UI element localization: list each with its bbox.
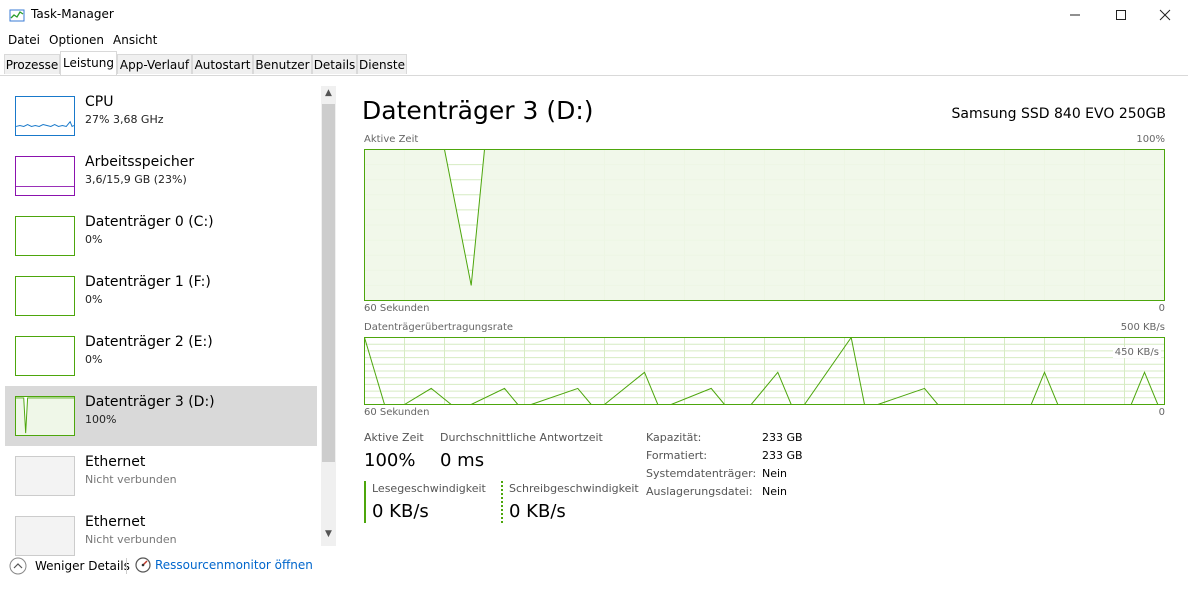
sidebar-item-value: 27% 3,68 GHz bbox=[85, 113, 164, 126]
sidebar-scrollbar[interactable]: ▲ ▼ bbox=[321, 86, 336, 546]
title-bar: Task-Manager bbox=[0, 0, 1188, 30]
sidebar-item-cpu[interactable]: CPU 27% 3,68 GHz bbox=[5, 86, 317, 146]
close-button[interactable] bbox=[1142, 0, 1188, 30]
transfer-rate-chart-x-label: 60 Sekunden bbox=[364, 407, 430, 418]
disk-3-thumbnail bbox=[15, 396, 75, 436]
write-speed-value: 0 KB/s bbox=[509, 501, 566, 522]
active-time-chart-x-label: 60 Sekunden bbox=[364, 303, 430, 314]
transfer-rate-chart-label: Datenträgerübertragungsrate bbox=[364, 322, 514, 333]
read-speed-value: 0 KB/s bbox=[372, 501, 429, 522]
active-time-chart bbox=[364, 149, 1165, 301]
sidebar-item-value: 3,6/15,9 GB (23%) bbox=[85, 173, 187, 186]
page-title: Datenträger 3 (D:) bbox=[362, 96, 594, 125]
sidebar-item-disk-3[interactable]: Datenträger 3 (D:) 100% bbox=[5, 386, 317, 446]
sidebar-item-disk-1[interactable]: Datenträger 1 (F:) 0% bbox=[5, 266, 317, 326]
sidebar-item-value: Nicht verbunden bbox=[85, 473, 177, 486]
chart-area-fill bbox=[364, 149, 1165, 301]
resource-monitor-icon bbox=[135, 557, 151, 573]
menu-ansicht[interactable]: Ansicht bbox=[113, 33, 157, 47]
response-time-label: Durchschnittliche Antwortzeit bbox=[440, 431, 603, 444]
minimize-icon bbox=[1070, 14, 1080, 16]
tab-benutzer[interactable]: Benutzer bbox=[253, 54, 312, 74]
tab-details[interactable]: Details bbox=[312, 54, 357, 74]
sidebar-item-disk-0[interactable]: Datenträger 0 (C:) 0% bbox=[5, 206, 317, 266]
page-file-label: Auslagerungsdatei: bbox=[646, 485, 753, 498]
menu-bar: Datei Optionen Ansicht bbox=[0, 30, 1188, 50]
fewer-details-label: Weniger Details bbox=[35, 559, 130, 573]
maximize-button[interactable] bbox=[1098, 0, 1144, 30]
disk-0-thumbnail bbox=[15, 216, 75, 256]
tab-leistung[interactable]: Leistung bbox=[60, 51, 117, 75]
window-title: Task-Manager bbox=[31, 7, 114, 21]
capacity-value: 233 GB bbox=[762, 431, 803, 444]
sidebar-item-label: Ethernet bbox=[85, 514, 146, 530]
disk-detail-panel: Datenträger 3 (D:) Samsung SSD 840 EVO 2… bbox=[340, 76, 1188, 546]
close-icon bbox=[1159, 9, 1171, 21]
sidebar-item-ethernet-1[interactable]: Ethernet Nicht verbunden bbox=[5, 446, 317, 506]
capacity-label: Kapazität: bbox=[646, 431, 702, 444]
formatted-label: Formatiert: bbox=[646, 449, 708, 462]
sidebar-item-value: 0% bbox=[85, 293, 103, 306]
fewer-details-button[interactable]: Weniger Details bbox=[9, 557, 130, 575]
sidebar-item-label: CPU bbox=[85, 94, 114, 110]
system-disk-label: Systemdatenträger: bbox=[646, 467, 757, 480]
sidebar-item-value: Nicht verbunden bbox=[85, 533, 177, 546]
transfer-rate-chart-max: 500 KB/s bbox=[1120, 322, 1165, 333]
tab-autostart[interactable]: Autostart bbox=[192, 54, 253, 74]
sidebar-item-label: Datenträger 0 (C:) bbox=[85, 214, 214, 230]
sidebar-item-value: 100% bbox=[85, 413, 117, 426]
page-file-value: Nein bbox=[762, 485, 788, 498]
disk-1-thumbnail bbox=[15, 276, 75, 316]
scroll-up-icon[interactable]: ▲ bbox=[321, 86, 336, 101]
memory-thumbnail bbox=[15, 156, 75, 196]
active-time-value: 100% bbox=[364, 450, 416, 471]
response-time-value: 0 ms bbox=[440, 450, 485, 471]
sidebar-item-memory[interactable]: Arbeitsspeicher 3,6/15,9 GB (23%) bbox=[5, 146, 317, 206]
tab-app-verlauf[interactable]: App-Verlauf bbox=[117, 54, 192, 74]
system-disk-value: Nein bbox=[762, 467, 788, 480]
sidebar-item-value: 0% bbox=[85, 353, 103, 366]
read-speed-label: Lesegeschwindigkeit bbox=[372, 482, 486, 495]
chevron-up-icon bbox=[9, 557, 27, 575]
transfer-rate-chart bbox=[364, 337, 1165, 405]
tab-dienste[interactable]: Dienste bbox=[357, 54, 407, 74]
menu-optionen[interactable]: Optionen bbox=[49, 33, 104, 47]
minimize-button[interactable] bbox=[1052, 0, 1098, 30]
sidebar-item-label: Datenträger 2 (E:) bbox=[85, 334, 213, 350]
sidebar-item-label: Datenträger 3 (D:) bbox=[85, 394, 215, 410]
resource-monitor-label: Ressourcenmonitor öffnen bbox=[155, 558, 313, 572]
active-time-chart-label: Aktive Zeit bbox=[364, 134, 419, 145]
footer: Weniger Details Ressourcenmonitor öffnen bbox=[0, 548, 1188, 590]
sidebar-item-label: Arbeitsspeicher bbox=[85, 154, 195, 170]
maximize-icon bbox=[1116, 10, 1126, 20]
footer-divider bbox=[126, 558, 127, 574]
formatted-value: 233 GB bbox=[762, 449, 803, 462]
transfer-rate-scale-label: 450 KB/s bbox=[1112, 347, 1161, 358]
resource-monitor-link[interactable]: Ressourcenmonitor öffnen bbox=[135, 557, 313, 573]
transfer-rate-chart-x-end: 0 bbox=[1158, 407, 1165, 418]
active-time-chart-max: 100% bbox=[1136, 134, 1165, 145]
read-speed-marker bbox=[364, 481, 366, 523]
active-time-label: Aktive Zeit bbox=[364, 431, 424, 444]
write-speed-label: Schreibgeschwindigkeit bbox=[509, 482, 639, 495]
sidebar-item-label: Ethernet bbox=[85, 454, 146, 470]
sidebar-item-disk-2[interactable]: Datenträger 2 (E:) 0% bbox=[5, 326, 317, 386]
ethernet-1-thumbnail bbox=[15, 456, 75, 496]
scroll-down-icon[interactable]: ▼ bbox=[321, 527, 336, 542]
write-speed-marker bbox=[501, 481, 503, 523]
cpu-thumbnail bbox=[15, 96, 75, 136]
menu-datei[interactable]: Datei bbox=[8, 33, 40, 47]
task-manager-icon bbox=[9, 9, 25, 22]
disk-model: Samsung SSD 840 EVO 250GB bbox=[951, 106, 1166, 122]
performance-sidebar: CPU 27% 3,68 GHz Arbeitsspeicher 3,6/15,… bbox=[0, 76, 340, 556]
sidebar-item-label: Datenträger 1 (F:) bbox=[85, 274, 211, 290]
sidebar-item-value: 0% bbox=[85, 233, 103, 246]
tab-prozesse[interactable]: Prozesse bbox=[4, 54, 60, 74]
active-time-chart-x-end: 0 bbox=[1158, 303, 1165, 314]
scrollbar-thumb[interactable] bbox=[322, 104, 335, 462]
tab-bar: Prozesse Leistung App-Verlauf Autostart … bbox=[0, 51, 1188, 76]
disk-2-thumbnail bbox=[15, 336, 75, 376]
